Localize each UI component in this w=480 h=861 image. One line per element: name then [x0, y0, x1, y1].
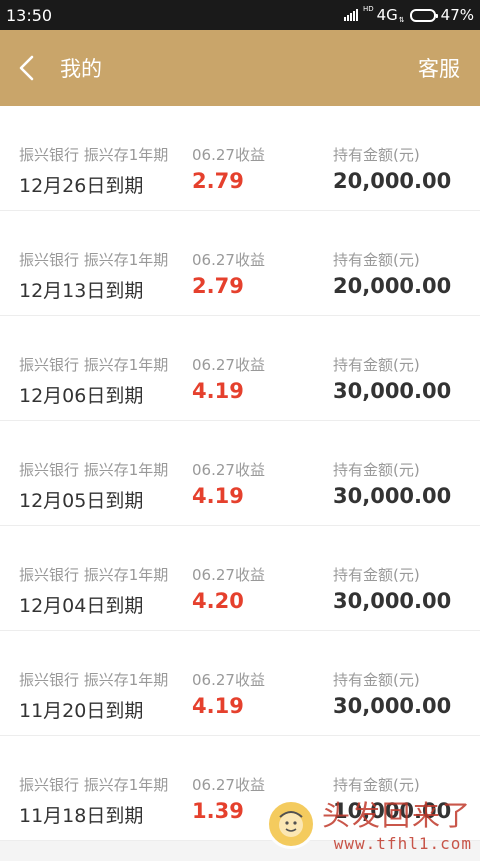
earnings-label: 06.27收益 [192, 146, 265, 164]
list-item[interactable]: 振兴银行 振兴存1年期 11月20日到期 06.27收益 4.19 持有金额(元) 30,… [0, 631, 480, 736]
earnings-label: 06.27收益 [192, 356, 265, 374]
status-indicators: HD 4G ⇅ 47% [343, 5, 474, 24]
page-title: 我的 [60, 57, 102, 81]
product-name: 振兴银行 振兴存1年期 [19, 776, 169, 794]
earnings-value: 4.19 [192, 484, 244, 508]
maturity-date: 12月13日到期 [19, 280, 144, 302]
holding-label: 持有金额(元) [333, 671, 420, 689]
earnings-label: 06.27收益 [192, 461, 265, 479]
holdings-list: 振兴银行 振兴存1年期 12月26日到期 06.27收益 2.79 持有金额(元) 20,… [0, 106, 480, 841]
list-item[interactable]: 振兴银行 振兴存1年期 12月05日到期 06.27收益 4.19 持有金额(元) 30,… [0, 421, 480, 526]
earnings-label: 06.27收益 [192, 671, 265, 689]
maturity-date: 11月18日到期 [19, 805, 144, 827]
earnings-label: 06.27收益 [192, 776, 265, 794]
back-button[interactable] [0, 30, 54, 106]
holding-label: 持有金额(元) [333, 356, 420, 374]
product-name: 振兴银行 振兴存1年期 [19, 356, 169, 374]
battery-percent: 47% [440, 6, 474, 24]
holding-label: 持有金额(元) [333, 146, 420, 164]
earnings-value: 4.19 [192, 379, 244, 403]
maturity-date: 12月04日到期 [19, 595, 144, 617]
customer-service-button[interactable]: 客服 [418, 30, 460, 106]
chevron-left-icon [19, 55, 34, 81]
status-time: 13:50 [6, 5, 53, 25]
earnings-value: 4.19 [192, 694, 244, 718]
network-label: 4G [376, 6, 398, 24]
watermark: 头发回来了 www.tfhl1.com [265, 794, 472, 853]
list-item[interactable]: 振兴银行 振兴存1年期 12月26日到期 06.27收益 2.79 持有金额(元) 20,… [0, 106, 480, 211]
watermark-url: www.tfhl1.com [333, 834, 472, 853]
holding-amount: 30,000.00 [333, 589, 452, 613]
product-name: 振兴银行 振兴存1年期 [19, 251, 169, 269]
maturity-date: 12月05日到期 [19, 490, 144, 512]
status-bar: 13:50 HD 4G ⇅ 47% [0, 0, 480, 30]
holding-amount: 30,000.00 [333, 694, 452, 718]
list-item[interactable]: 振兴银行 振兴存1年期 12月06日到期 06.27收益 4.19 持有金额(元) 30,… [0, 316, 480, 421]
earnings-value: 4.20 [192, 589, 244, 613]
earnings-value: 2.79 [192, 169, 244, 193]
earnings-value: 1.39 [192, 799, 244, 823]
product-name: 振兴银行 振兴存1年期 [19, 146, 169, 164]
watermark-text: 头发回来了 [321, 799, 472, 832]
holding-amount: 20,000.00 [333, 169, 452, 193]
earnings-value: 2.79 [192, 274, 244, 298]
product-name: 振兴银行 振兴存1年期 [19, 671, 169, 689]
holding-label: 持有金额(元) [333, 251, 420, 269]
holding-amount: 30,000.00 [333, 484, 452, 508]
watermark-logo-icon [265, 798, 316, 849]
holding-amount: 20,000.00 [333, 274, 452, 298]
app-header: 我的 客服 [0, 30, 480, 106]
list-item[interactable]: 振兴银行 振兴存1年期 12月13日到期 06.27收益 2.79 持有金额(元) 20,… [0, 211, 480, 316]
earnings-label: 06.27收益 [192, 566, 265, 584]
holding-amount: 30,000.00 [333, 379, 452, 403]
holding-label: 持有金额(元) [333, 566, 420, 584]
battery-icon [409, 8, 438, 22]
list-item[interactable]: 振兴银行 振兴存1年期 12月04日到期 06.27收益 4.20 持有金额(元) 30,… [0, 526, 480, 631]
signal-icon [343, 9, 358, 21]
product-name: 振兴银行 振兴存1年期 [19, 566, 169, 584]
maturity-date: 12月26日到期 [19, 175, 144, 197]
holding-label: 持有金额(元) [333, 776, 420, 794]
network-activity-icon: ⇅ [398, 16, 405, 24]
product-name: 振兴银行 振兴存1年期 [19, 461, 169, 479]
earnings-label: 06.27收益 [192, 251, 265, 269]
maturity-date: 12月06日到期 [19, 385, 144, 407]
holding-label: 持有金额(元) [333, 461, 420, 479]
hd-badge: HD [362, 5, 374, 13]
maturity-date: 11月20日到期 [19, 700, 144, 722]
